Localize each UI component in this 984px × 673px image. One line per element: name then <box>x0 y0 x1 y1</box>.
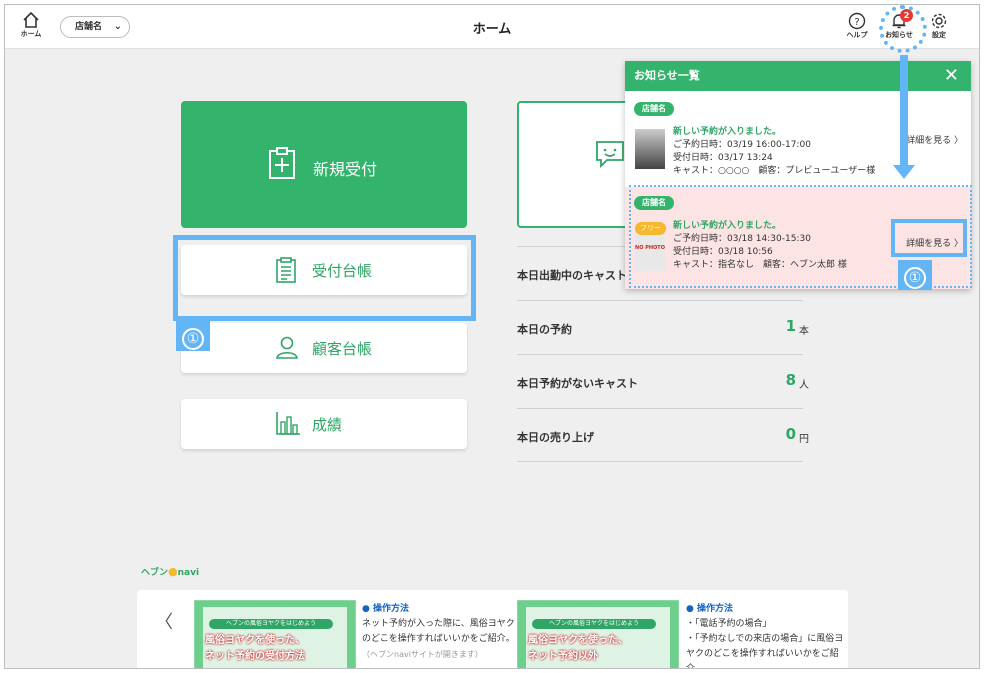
card-title: ネット予約以外 <box>528 651 598 662</box>
arrow-shaft <box>900 55 908 165</box>
stat-unit: 円 <box>799 434 809 445</box>
carousel-card-text[interactable]: ● 操作方法 ・「電話予約の場合」 ・「予約なしでの来店の場合」に風俗ヨヤクのど… <box>686 602 846 669</box>
highlight-circle <box>879 5 927 53</box>
notification-message: 新しい予約が入りました。 ご予約日時：03/19 16:00-17:00 受付日… <box>673 126 875 178</box>
stat-unit: 人 <box>799 380 809 391</box>
callout-badge-1: ① <box>176 321 210 351</box>
notification-line: キャスト：○○○○ 顧客：プレビューユーザー様 <box>673 166 876 176</box>
carousel-prev-button[interactable]: 〈 <box>155 608 173 634</box>
stat-row-reservations-today: 本日の予約 1 本 <box>517 300 809 354</box>
new-reception-button[interactable]: 新規受付 <box>181 101 467 228</box>
carousel-card-thumbnail[interactable]: ヘブンの風俗ヨヤクをはじめよう 風俗ヨヤクを使った、 ネット予約の受付方法 <box>194 600 356 668</box>
callout-number: ① <box>182 328 204 350</box>
detail-link[interactable]: 詳細を見る 〉 <box>906 133 963 146</box>
logo-text: ヘブン <box>141 568 169 578</box>
results-label: 成績 <box>312 416 343 434</box>
clipboard-plus-icon <box>269 147 295 179</box>
stat-value: 0 <box>785 425 796 443</box>
customer-ledger-button[interactable]: 顧客台帳 <box>181 323 467 373</box>
arrow-down-icon <box>893 165 915 179</box>
notification-line: ご予約日時：03/19 16:00-17:00 <box>673 140 811 150</box>
carousel-card-thumbnail[interactable]: ヘブンの風俗ヨヤクをはじめよう 風俗ヨヤクを使った、 ネット予約以外 <box>517 600 679 668</box>
navi-carousel: 〈 ヘブンの風俗ヨヤクをはじめよう 風俗ヨヤクを使った、 ネット予約の受付方法 … <box>137 590 848 669</box>
store-tag: 店舗名 <box>634 102 674 116</box>
chevron-right-icon: 〉 <box>953 136 963 146</box>
card-title: ネット予約の受付方法 <box>205 651 305 662</box>
callout-number: ① <box>904 267 926 289</box>
close-icon[interactable]: ✕ <box>944 61 959 91</box>
customer-ledger-label: 顧客台帳 <box>312 340 373 358</box>
card-subtitle: ヘブンの風俗ヨヤクをはじめよう <box>532 619 656 629</box>
card-description: ネット予約が入った際に、風俗ヨヤクのどこを操作すればいいかをご紹介。 <box>362 619 515 644</box>
card-title: 風俗ヨヤクを使った、 <box>528 635 628 646</box>
carousel-card-text[interactable]: ● 操作方法 ネット予約が入った際に、風俗ヨヤクのどこを操作すればいいかをご紹介… <box>362 602 522 662</box>
card-heading: ● 操作方法 <box>686 604 733 614</box>
settings-label: 設定 <box>932 31 946 39</box>
notification-line: 受付日時：03/17 13:24 <box>673 153 773 163</box>
notification-headline: 新しい予約が入りました。 <box>673 127 782 137</box>
gear-icon <box>931 13 947 29</box>
logo-text: navi <box>177 568 200 578</box>
svg-text:?: ? <box>854 17 859 28</box>
stat-label: 本日予約がないキャスト <box>517 377 638 390</box>
reservation-card[interactable] <box>517 101 633 228</box>
help-button[interactable]: ? ヘルプ <box>843 12 871 40</box>
stat-unit: 本 <box>799 326 809 337</box>
stat-label: 本日の売り上げ <box>517 431 594 444</box>
cast-photo <box>635 129 665 169</box>
heaven-navi-logo: ヘブン●navi <box>141 565 199 578</box>
card-subtitle: ヘブンの風俗ヨヤクをはじめよう <box>209 619 333 629</box>
card-note: （ヘブンnaviサイトが開きます） <box>362 650 483 659</box>
card-description: ・「予約なしでの来店の場合」に風俗ヨヤクのどこを操作すればいいかをご紹介。 <box>686 634 844 669</box>
stat-value: 8 <box>785 371 796 389</box>
detail-label: 詳細を見る <box>906 136 952 146</box>
highlight-box-detail <box>891 219 967 257</box>
highlight-box-ledger <box>173 235 476 321</box>
page-title: ホーム <box>472 22 512 37</box>
card-heading: ● 操作方法 <box>362 604 409 614</box>
chat-smile-icon <box>596 141 624 169</box>
notification-item[interactable]: 店舗名 新しい予約が入りました。 ご予約日時：03/19 16:00-17:00… <box>625 93 971 185</box>
new-reception-label: 新規受付 <box>313 160 378 179</box>
results-button[interactable]: 成績 <box>181 399 467 449</box>
app-frame: ホーム 店舗名 ⌄ ホーム ? ヘルプ お知らせ 2 設定 新規受付 受付台帳 … <box>4 4 980 669</box>
person-icon <box>276 336 298 359</box>
top-bar: ホーム 店舗名 ⌄ ホーム ? ヘルプ お知らせ 2 設定 <box>5 5 979 49</box>
stat-row-casts-without-reservation: 本日予約がないキャスト 8 人 <box>517 354 809 408</box>
stat-label: 本日出勤中のキャスト <box>517 269 627 282</box>
help-icon: ? <box>848 12 866 30</box>
bar-chart-icon <box>276 412 300 435</box>
settings-button[interactable]: 設定 <box>925 12 953 40</box>
callout-badge-1: ① <box>898 260 932 290</box>
stat-value: 1 <box>785 317 796 335</box>
notification-panel-header: お知らせ一覧 ✕ <box>625 61 971 91</box>
logo-mark: ● <box>168 565 178 578</box>
notification-panel-title: お知らせ一覧 <box>634 69 700 82</box>
stat-row-sales-today: 本日の売り上げ 0 円 <box>517 408 809 462</box>
stat-label: 本日の予約 <box>517 323 572 336</box>
card-description: ・「電話予約の場合」 <box>686 619 772 629</box>
help-label: ヘルプ <box>846 31 868 39</box>
card-title: 風俗ヨヤクを使った、 <box>205 635 305 646</box>
